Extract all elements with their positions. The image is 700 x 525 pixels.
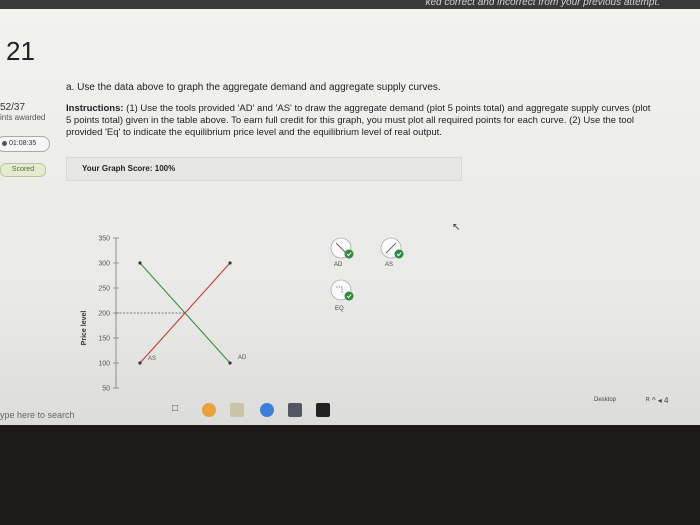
ad-point — [138, 261, 142, 265]
scored-badge: Scored — [0, 163, 46, 177]
instructions-heading: Instructions: — [66, 103, 124, 114]
y-tick-label: 50 — [102, 386, 110, 393]
y-tick-label: 350 — [98, 236, 110, 243]
question-score: 52/37 — [0, 102, 26, 113]
timer-value: 01:08:35 — [9, 140, 37, 147]
store-icon[interactable] — [230, 403, 244, 417]
points-awarded-label: ints awarded — [0, 113, 46, 122]
mouse-cursor-icon: ↖ — [452, 222, 461, 233]
as-tool-label: AS — [385, 262, 394, 268]
question-timer: 01:08:35 — [0, 136, 50, 152]
chrome-icon[interactable] — [202, 403, 216, 417]
y-tick-label: 200 — [98, 311, 110, 318]
ad-point — [228, 361, 232, 365]
as-curve-label: AS — [148, 356, 156, 362]
as-point — [228, 261, 232, 265]
task-view-icon[interactable]: □ — [172, 403, 186, 417]
eq-tool-button[interactable] — [330, 279, 354, 301]
mail-icon[interactable] — [316, 403, 330, 417]
edge-icon[interactable] — [260, 403, 274, 417]
as-tool-button[interactable] — [380, 237, 404, 259]
tool-palette — [330, 237, 404, 301]
graph-score: Your Graph Score: 100% — [82, 164, 176, 173]
as-point — [138, 361, 142, 365]
instructions-body: (1) Use the tools provided 'AD' and 'AS'… — [66, 103, 651, 138]
check-icon — [344, 291, 354, 301]
system-tray: ᴿ ^ ◂ 4 — [646, 396, 669, 405]
top-status-bar: ked correct and incorrect from your prev… — [0, 0, 700, 9]
desktop-label[interactable]: Desktop — [594, 397, 616, 403]
ad-curve-label: AD — [238, 355, 247, 361]
check-icon — [344, 249, 354, 259]
y-tick-label: 250 — [98, 286, 110, 293]
browser-page: ked correct and incorrect from your prev… — [0, 0, 700, 425]
question-number: 21 — [6, 36, 35, 66]
y-axis-label: Price level — [81, 311, 88, 346]
file-explorer-icon[interactable] — [288, 403, 302, 417]
check-icon — [394, 249, 404, 259]
y-tick-label: 150 — [98, 336, 110, 343]
ad-tool-button[interactable] — [330, 237, 354, 259]
part-a-prompt: a. Use the data above to graph the aggre… — [66, 82, 441, 93]
y-tick-label: 100 — [98, 361, 110, 368]
instructions-text: Instructions: (1) Use the tools provided… — [66, 103, 656, 139]
y-tick-label: 300 — [98, 261, 110, 268]
previous-attempt-text: ked correct and incorrect from your prev… — [425, 0, 660, 8]
taskbar-search-input[interactable]: ype here to search — [0, 405, 160, 425]
ad-tool-label: AD — [334, 262, 343, 268]
eq-tool-label: EQ — [335, 306, 344, 312]
timer-icon — [2, 141, 7, 146]
